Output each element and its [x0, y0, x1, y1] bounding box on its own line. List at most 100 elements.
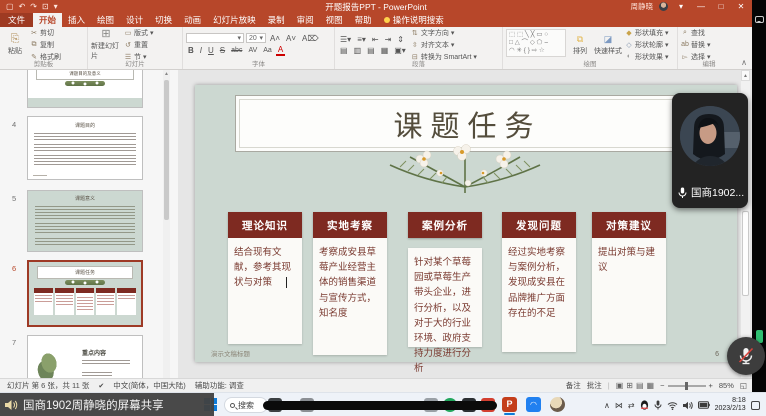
- layout-button[interactable]: ▭版式 ▾: [124, 28, 154, 38]
- tab-animations[interactable]: 动画: [178, 13, 207, 27]
- card-field-study[interactable]: 实地考察 考察成安县草莓产业经营主体的销售渠道与宣传方式，知名度: [313, 212, 387, 355]
- card-body[interactable]: 针对某个草莓园或草莓生产带头企业，进行分析，以及对于大的行业环境、政府支持力度进…: [408, 248, 482, 347]
- card-theory[interactable]: 理论知识 结合现有文献，参考其现状与对策: [228, 212, 302, 344]
- accessibility-status[interactable]: 辅助功能: 调查: [195, 380, 244, 391]
- language-status[interactable]: 中文(简体，中国大陆): [113, 380, 186, 391]
- change-case-icon[interactable]: Aa: [261, 47, 274, 54]
- ribbon-display-options-icon[interactable]: ▾: [674, 2, 688, 11]
- round-app-icon[interactable]: [550, 397, 565, 412]
- spellcheck-icon[interactable]: ✔: [98, 382, 104, 390]
- maximize-button[interactable]: □: [714, 2, 728, 11]
- italic-icon[interactable]: I: [198, 46, 204, 55]
- tray-app-icon[interactable]: ⇄: [628, 401, 635, 410]
- minimize-button[interactable]: —: [694, 2, 708, 11]
- char-spacing-icon[interactable]: AV: [246, 47, 259, 54]
- bullets-icon[interactable]: ☰▾: [338, 35, 353, 44]
- scrollbar-thumb[interactable]: [742, 211, 749, 296]
- tab-draw[interactable]: 绘图: [91, 13, 120, 27]
- fit-to-window-icon[interactable]: ◱: [740, 381, 747, 390]
- numbering-icon[interactable]: ≡▾: [355, 35, 368, 44]
- tab-record[interactable]: 录制: [262, 13, 291, 27]
- align-left-icon[interactable]: ▤: [338, 46, 350, 55]
- reset-button[interactable]: ↺重置: [124, 40, 154, 50]
- zoom-slider[interactable]: [668, 385, 706, 387]
- battery-icon[interactable]: [698, 401, 710, 409]
- strikethrough-icon[interactable]: S: [218, 46, 227, 55]
- zoom-out-icon[interactable]: −: [660, 381, 664, 390]
- replace-button[interactable]: ab替换 ▾: [681, 40, 711, 50]
- clear-format-icon[interactable]: A⌦: [300, 34, 321, 43]
- thumbnail-slide-6-selected[interactable]: 课题任务: [27, 260, 143, 327]
- justify-icon[interactable]: ▦: [379, 46, 391, 55]
- collapse-ribbon-icon[interactable]: ∧: [741, 58, 747, 67]
- powerpoint-taskbar-icon[interactable]: P: [502, 397, 517, 412]
- account-name[interactable]: 周静晓: [631, 1, 654, 12]
- grow-font-icon[interactable]: A˄: [268, 34, 282, 43]
- tab-slideshow[interactable]: 幻灯片放映: [207, 13, 262, 27]
- underline-icon[interactable]: U: [206, 46, 216, 55]
- zoom-percentage[interactable]: 85%: [719, 381, 734, 390]
- card-body[interactable]: 结合现有文献，参考其现状与对策: [228, 238, 302, 344]
- slideshow-icon[interactable]: ▦: [647, 381, 655, 390]
- tab-transitions[interactable]: 切换: [149, 13, 178, 27]
- shrink-font-icon[interactable]: A˅: [284, 34, 298, 43]
- align-text-button[interactable]: ⇳对齐文本 ▾: [411, 40, 477, 50]
- indent-increase-icon[interactable]: ⇥: [383, 35, 394, 44]
- tab-insert[interactable]: 插入: [62, 13, 91, 27]
- mute-microphone-button[interactable]: [727, 337, 765, 375]
- account-avatar[interactable]: [659, 2, 668, 11]
- close-button[interactable]: ✕: [734, 2, 748, 11]
- normal-view-icon[interactable]: ▣: [616, 381, 624, 390]
- quick-styles-button[interactable]: ◪ 快速样式: [594, 29, 622, 60]
- card-body[interactable]: 经过实地考察与案例分析，发现成安县在品牌推广方面存在的不足: [502, 238, 576, 352]
- customize-qat-icon[interactable]: ▾: [54, 2, 58, 11]
- tab-help[interactable]: 帮助: [349, 13, 378, 27]
- align-right-icon[interactable]: ▤: [365, 46, 377, 55]
- thumbnail-scrollbar[interactable]: ▲: [163, 70, 170, 378]
- tell-me-search[interactable]: 操作说明搜索: [378, 13, 450, 27]
- shape-fill-button[interactable]: ◆形状填充 ▾: [625, 28, 669, 38]
- taskbar-clock[interactable]: 8:18 2023/2/13: [715, 397, 746, 414]
- new-slide-button[interactable]: ⊞ 新建幻灯片: [91, 29, 121, 60]
- card-suggestions[interactable]: 对策建议 提出对策与建议: [592, 212, 666, 344]
- thumbnail-slide-7[interactable]: 重点内容: [27, 335, 143, 378]
- thumbnail-slide-5[interactable]: 课题意义: [27, 190, 143, 252]
- zoom-slider-handle[interactable]: [685, 382, 688, 390]
- tab-review[interactable]: 审阅: [291, 13, 320, 27]
- indent-decrease-icon[interactable]: ⇤: [370, 35, 381, 44]
- align-center-icon[interactable]: ▥: [352, 46, 364, 55]
- tab-file[interactable]: 文件: [0, 13, 33, 27]
- tray-app-icon[interactable]: ⋈: [615, 401, 623, 410]
- reading-view-icon[interactable]: ▤: [636, 381, 644, 390]
- notes-toggle[interactable]: 备注: [566, 380, 581, 391]
- thumbnail-slide-3[interactable]: 课题目的及意义: [27, 70, 143, 108]
- card-case-analysis[interactable]: 案例分析 针对某个草莓园或草莓生产带头企业，进行分析，以及对于大的行业环境、政府…: [408, 212, 482, 347]
- redo-icon[interactable]: ↷: [30, 2, 37, 11]
- card-body[interactable]: 提出对策与建议: [592, 238, 666, 344]
- text-direction-button[interactable]: ⇅文字方向 ▾: [411, 28, 477, 38]
- text-shadow-icon[interactable]: abc: [229, 47, 244, 54]
- find-button[interactable]: ⌕查找: [681, 28, 711, 38]
- notification-center-icon[interactable]: [751, 401, 760, 410]
- start-slideshow-icon[interactable]: ⊡: [42, 2, 49, 11]
- undo-icon[interactable]: ↶: [19, 2, 26, 11]
- taskbar-search[interactable]: 搜索: [224, 397, 268, 413]
- cut-button[interactable]: ✂剪切: [30, 28, 61, 38]
- shapes-gallery[interactable]: ⬚ ⬚ ╲ ╳ ▭ ○ □ △ ⌒ ◇ ⬠ ⌣ ◠ ✳ { } ⇨ ☆: [506, 29, 566, 57]
- copy-button[interactable]: ⧉复制: [30, 40, 61, 50]
- messaging-app-icon[interactable]: ◠: [526, 397, 541, 412]
- scroll-up-icon[interactable]: ▲: [163, 70, 170, 79]
- card-body[interactable]: 考察成安县草莓产业经营主体的销售渠道与宣传方式，知名度: [313, 238, 387, 355]
- shape-outline-button[interactable]: ◇形状轮廓 ▾: [625, 40, 669, 50]
- webcam-overlay[interactable]: 国商1902...: [672, 93, 748, 208]
- scrollbar-thumb[interactable]: [164, 80, 169, 220]
- slide-sorter-icon[interactable]: ⊞: [626, 381, 633, 390]
- columns-icon[interactable]: ▣▾: [392, 46, 408, 55]
- wifi-icon[interactable]: [667, 401, 678, 410]
- tab-view[interactable]: 视图: [320, 13, 349, 27]
- tab-design[interactable]: 设计: [120, 13, 149, 27]
- line-spacing-icon[interactable]: ⇕: [395, 35, 406, 44]
- card-find-problems[interactable]: 发现问题 经过实地考察与案例分析，发现成安县在品牌推广方面存在的不足: [502, 212, 576, 352]
- tray-mic-icon[interactable]: [654, 400, 662, 410]
- zoom-in-icon[interactable]: +: [709, 381, 713, 390]
